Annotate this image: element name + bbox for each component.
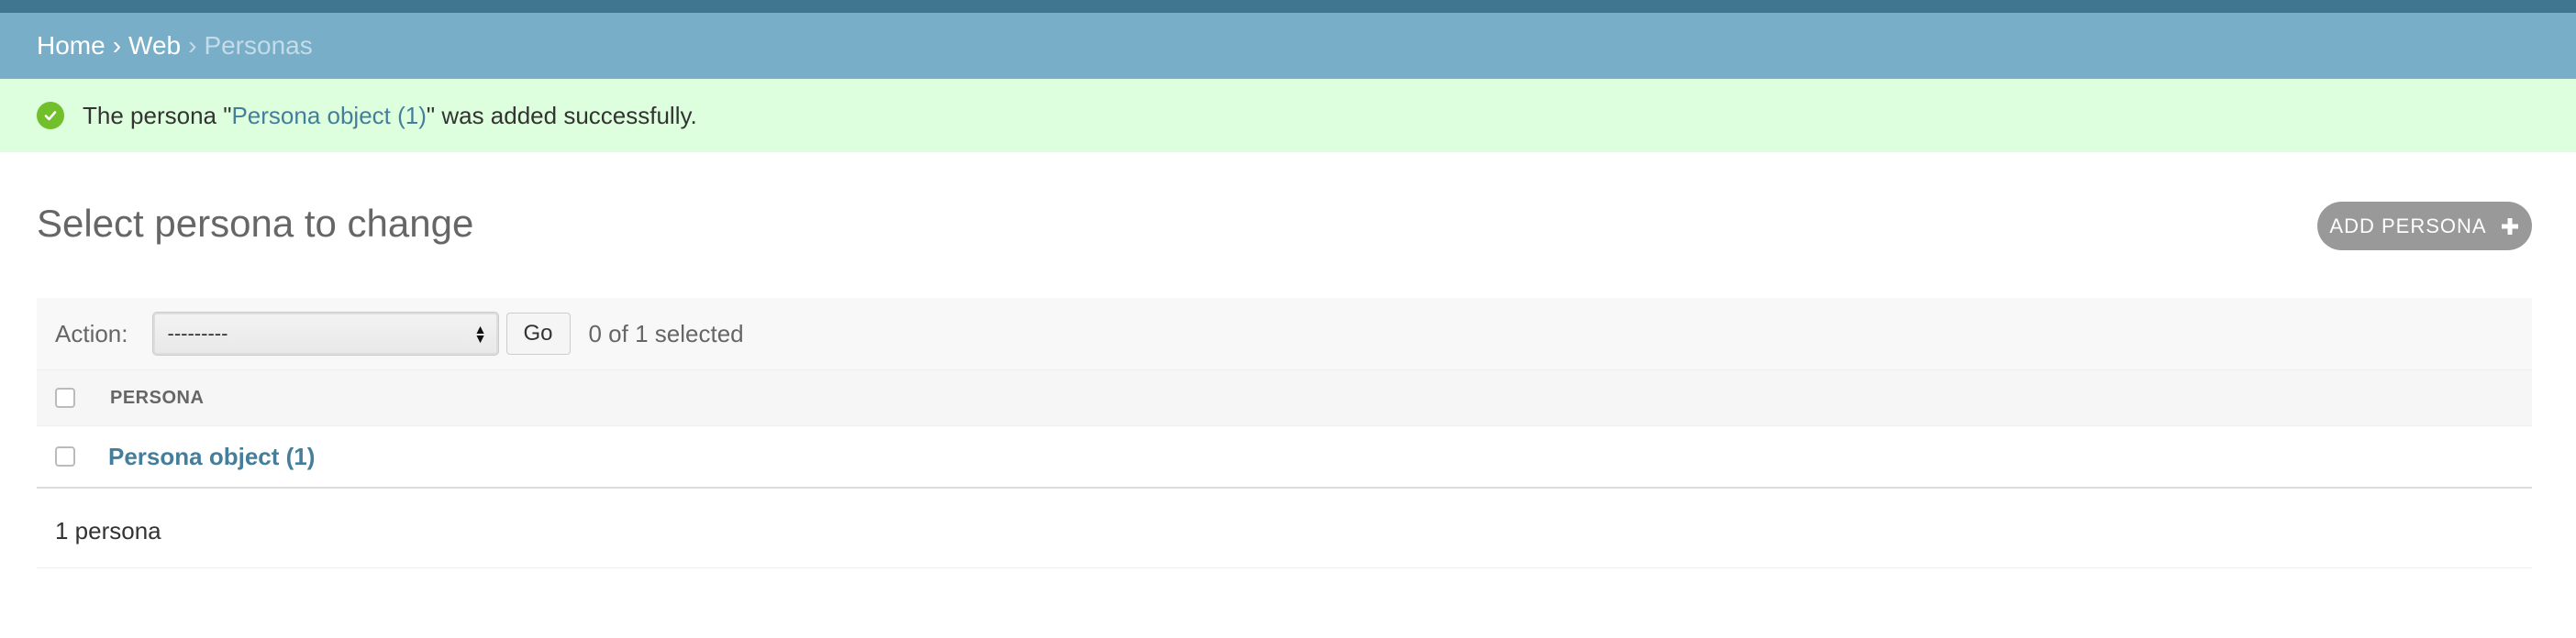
breadcrumb-current: Personas [204, 31, 313, 60]
action-select-value: --------- [167, 322, 228, 345]
breadcrumb-separator: › [112, 31, 122, 60]
breadcrumb-separator: › [188, 31, 197, 60]
select-all-checkbox[interactable] [55, 388, 75, 408]
column-header-persona[interactable]: PERSONA [110, 388, 204, 409]
actions-bar: Action: --------- ▲ ▼ Go 0 of 1 selected [37, 298, 2532, 369]
breadcrumb: Home › Web › Personas [0, 13, 2576, 79]
breadcrumb-web-link[interactable]: Web [128, 31, 181, 60]
plus-icon [2500, 216, 2520, 236]
page-title: Select persona to change [37, 202, 474, 245]
breadcrumb-home-link[interactable]: Home [37, 31, 105, 60]
table-header: PERSONA [37, 369, 2532, 426]
add-persona-button[interactable]: ADD PERSONA [2317, 202, 2532, 250]
table-row: Persona object (1) [37, 426, 2532, 489]
success-message: The persona " Persona object (1) " was add… [0, 79, 2576, 152]
row-checkbox[interactable] [55, 446, 75, 467]
message-object-link[interactable]: Persona object (1) [231, 102, 426, 130]
check-circle-icon [37, 102, 64, 129]
action-select[interactable]: --------- ▲ ▼ [151, 312, 499, 356]
go-button[interactable]: Go [505, 313, 571, 355]
message-suffix: " was added successfully. [426, 101, 697, 129]
action-label: Action: [55, 319, 128, 347]
top-header-bar [0, 0, 2576, 13]
selected-count: 0 of 1 selected [588, 319, 744, 347]
select-arrows-icon: ▲ ▼ [473, 322, 487, 346]
add-persona-label: ADD PERSONA [2329, 214, 2487, 237]
message-prefix: The persona " [83, 101, 232, 129]
persona-object-link[interactable]: Persona object (1) [108, 443, 315, 471]
paginator: 1 persona [37, 495, 2532, 568]
